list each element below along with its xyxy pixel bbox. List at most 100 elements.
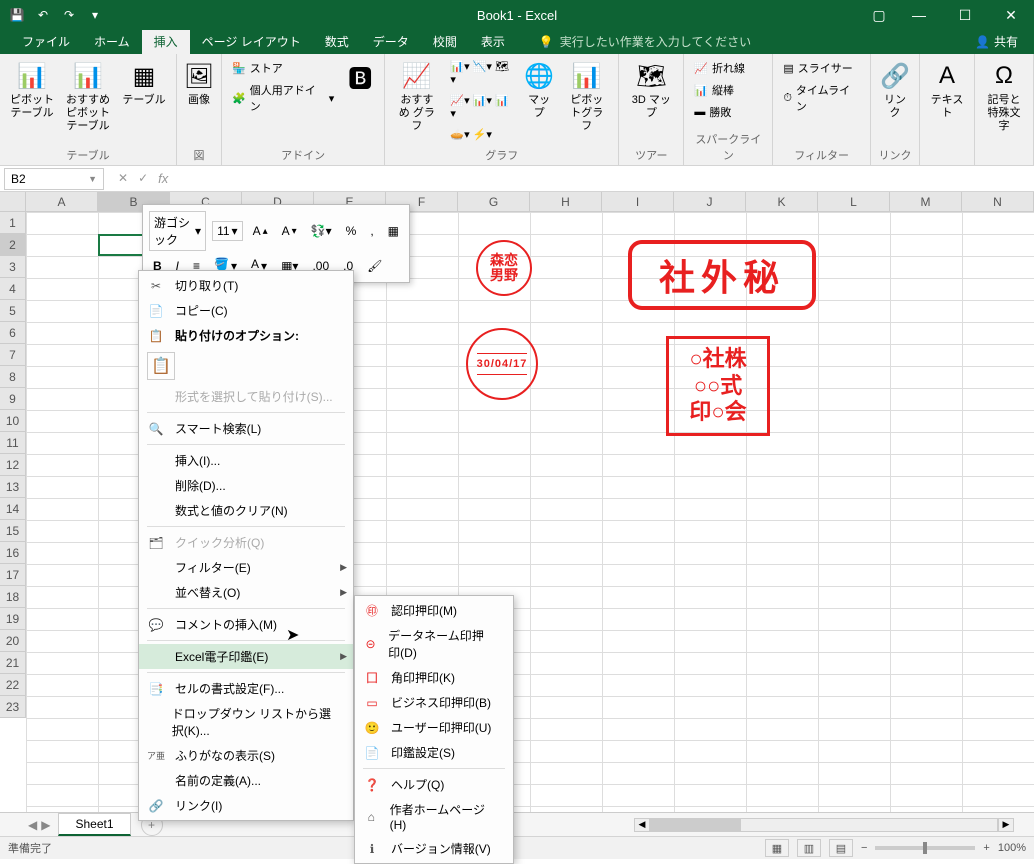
tab-review[interactable]: 校閲 xyxy=(421,29,469,54)
ctx-cut[interactable]: ✂切り取り(T) xyxy=(139,273,353,298)
close-button[interactable]: ✕ xyxy=(988,0,1034,30)
maps-button[interactable]: 🌐マッ プ xyxy=(521,58,557,122)
sub-version[interactable]: ℹバージョン情報(V) xyxy=(355,836,513,861)
sub-business[interactable]: ▭ビジネス印押印(B) xyxy=(355,690,513,715)
row-header[interactable]: 21 xyxy=(0,652,25,674)
row-header[interactable]: 18 xyxy=(0,586,25,608)
store-button[interactable]: 🏪ストア xyxy=(228,58,338,78)
row-header[interactable]: 15 xyxy=(0,520,25,542)
minimize-button[interactable]: — xyxy=(896,0,942,30)
ctx-excel-stamp[interactable]: Excel電子印鑑(E)▶ xyxy=(139,644,353,669)
pivot-chart-button[interactable]: 📊ピボットグラフ xyxy=(561,58,612,136)
col-header[interactable]: K xyxy=(746,192,818,211)
my-addins-button[interactable]: 🧩個人用アドイン ▾ xyxy=(228,80,338,116)
zoom-out-icon[interactable]: − xyxy=(861,842,867,854)
symbols-button[interactable]: Ω記号と 特殊文字 xyxy=(981,58,1027,136)
qat-customize-icon[interactable]: ▾ xyxy=(86,6,104,24)
tab-home[interactable]: ホーム xyxy=(82,29,142,54)
percent-icon[interactable]: % xyxy=(342,222,361,240)
ctx-insert[interactable]: 挿入(I)... xyxy=(139,448,353,473)
tab-formulas[interactable]: 数式 xyxy=(313,29,361,54)
ctx-format-cells[interactable]: 📑セルの書式設定(F)... xyxy=(139,676,353,701)
sub-user[interactable]: 🙂ユーザー印押印(U) xyxy=(355,715,513,740)
sheet-prev-icon[interactable]: ◀ xyxy=(28,818,37,832)
row-header[interactable]: 16 xyxy=(0,542,25,564)
table-button[interactable]: ▦テーブル xyxy=(118,58,170,109)
col-header[interactable]: I xyxy=(602,192,674,211)
chart-pie-button[interactable]: 🥧▾ ⚡▾ xyxy=(446,126,517,143)
row-header[interactable]: 12 xyxy=(0,454,25,476)
row-header[interactable]: 4 xyxy=(0,278,25,300)
fx-icon[interactable]: fx xyxy=(158,171,168,186)
font-size-select[interactable]: 11 ▾ xyxy=(212,221,243,241)
row-header[interactable]: 8 xyxy=(0,366,25,388)
chart-line-button[interactable]: 📈▾ 📊▾ 📊▾ xyxy=(446,92,517,122)
col-header[interactable]: N xyxy=(962,192,1034,211)
sparkline-wl-button[interactable]: ▬勝敗 xyxy=(690,102,749,122)
tell-me-search[interactable]: 💡 実行したい作業を入力してください xyxy=(531,29,759,54)
ctx-define-name[interactable]: 名前の定義(A)... xyxy=(139,768,353,793)
merge-icon[interactable]: ▦ xyxy=(384,222,403,240)
row-header[interactable]: 13 xyxy=(0,476,25,498)
zoom-slider[interactable] xyxy=(875,846,975,850)
slicer-button[interactable]: ▤スライサー xyxy=(779,58,864,78)
row-header[interactable]: 9 xyxy=(0,388,25,410)
sheet-tab-1[interactable]: Sheet1 xyxy=(58,813,130,836)
link-button[interactable]: 🔗リン ク xyxy=(877,58,913,122)
horizontal-scrollbar[interactable]: ◀ ▶ xyxy=(634,817,1014,833)
col-header[interactable]: G xyxy=(458,192,530,211)
map-3d-button[interactable]: 🗺3D マッ プ xyxy=(625,58,677,122)
tab-view[interactable]: 表示 xyxy=(469,29,517,54)
timeline-button[interactable]: ⏱タイムライン xyxy=(779,80,864,116)
ctx-delete[interactable]: 削除(D)... xyxy=(139,473,353,498)
sub-dataname[interactable]: ⊝データネーム印押印(D) xyxy=(355,623,513,665)
scroll-right-icon[interactable]: ▶ xyxy=(998,818,1014,832)
row-header[interactable]: 2 xyxy=(0,234,25,256)
sub-settings[interactable]: 📄印鑑設定(S) xyxy=(355,740,513,765)
tab-file[interactable]: ファイル xyxy=(10,29,82,54)
bing-maps-button[interactable]: 🅱 xyxy=(342,58,378,94)
view-page-break-icon[interactable]: ▤ xyxy=(829,839,853,857)
recommended-charts-button[interactable]: 📈おすすめ グラフ xyxy=(391,58,442,136)
zoom-in-icon[interactable]: + xyxy=(983,842,989,854)
chevron-down-icon[interactable]: ▼ xyxy=(88,174,97,184)
scroll-thumb[interactable] xyxy=(651,819,741,831)
ctx-filter[interactable]: フィルター(E)▶ xyxy=(139,555,353,580)
tab-data[interactable]: データ xyxy=(361,29,421,54)
ctx-insert-comment[interactable]: 💬コメントの挿入(M) xyxy=(139,612,353,637)
row-header[interactable]: 10 xyxy=(0,410,25,432)
view-normal-icon[interactable]: ▦ xyxy=(765,839,789,857)
col-header[interactable]: L xyxy=(818,192,890,211)
recommended-pivot-button[interactable]: 📊おすすめ ピボットテーブル xyxy=(62,58,114,136)
format-painter-icon[interactable]: 🖌 xyxy=(363,257,386,275)
ctx-phonetic[interactable]: ア亜ふりがなの表示(S) xyxy=(139,743,353,768)
sparkline-line-button[interactable]: 📈折れ線 xyxy=(690,58,749,78)
col-header[interactable]: M xyxy=(890,192,962,211)
cancel-formula-icon[interactable]: ✕ xyxy=(118,171,128,186)
pictures-button[interactable]: 🖼画像 xyxy=(183,58,215,109)
col-header[interactable]: J xyxy=(674,192,746,211)
col-header[interactable]: H xyxy=(530,192,602,211)
share-button[interactable]: 👤 共有 xyxy=(967,29,1026,54)
row-header[interactable]: 11 xyxy=(0,432,25,454)
row-header[interactable]: 6 xyxy=(0,322,25,344)
row-header[interactable]: 7 xyxy=(0,344,25,366)
ctx-link[interactable]: 🔗リンク(I) xyxy=(139,793,353,818)
select-all-corner[interactable] xyxy=(0,192,26,211)
font-select[interactable]: 游ゴシック ▾ xyxy=(149,211,206,251)
ctx-sort[interactable]: 並べ替え(O)▶ xyxy=(139,580,353,605)
sub-seal[interactable]: ㊞認印押印(M) xyxy=(355,598,513,623)
comma-icon[interactable]: , xyxy=(366,222,377,240)
row-header[interactable]: 17 xyxy=(0,564,25,586)
row-header[interactable]: 22 xyxy=(0,674,25,696)
increase-font-icon[interactable]: A▴ xyxy=(249,222,272,240)
name-box[interactable]: B2 ▼ xyxy=(4,168,104,190)
save-icon[interactable]: 💾 xyxy=(8,6,26,24)
row-header[interactable]: 20 xyxy=(0,630,25,652)
zoom-level[interactable]: 100% xyxy=(998,842,1026,854)
undo-icon[interactable]: ↶ xyxy=(34,6,52,24)
row-header[interactable]: 23 xyxy=(0,696,25,718)
sub-homepage[interactable]: ⌂作者ホームページ(H) xyxy=(355,797,513,836)
tab-insert[interactable]: 挿入 xyxy=(142,29,190,54)
row-header[interactable]: 5 xyxy=(0,300,25,322)
